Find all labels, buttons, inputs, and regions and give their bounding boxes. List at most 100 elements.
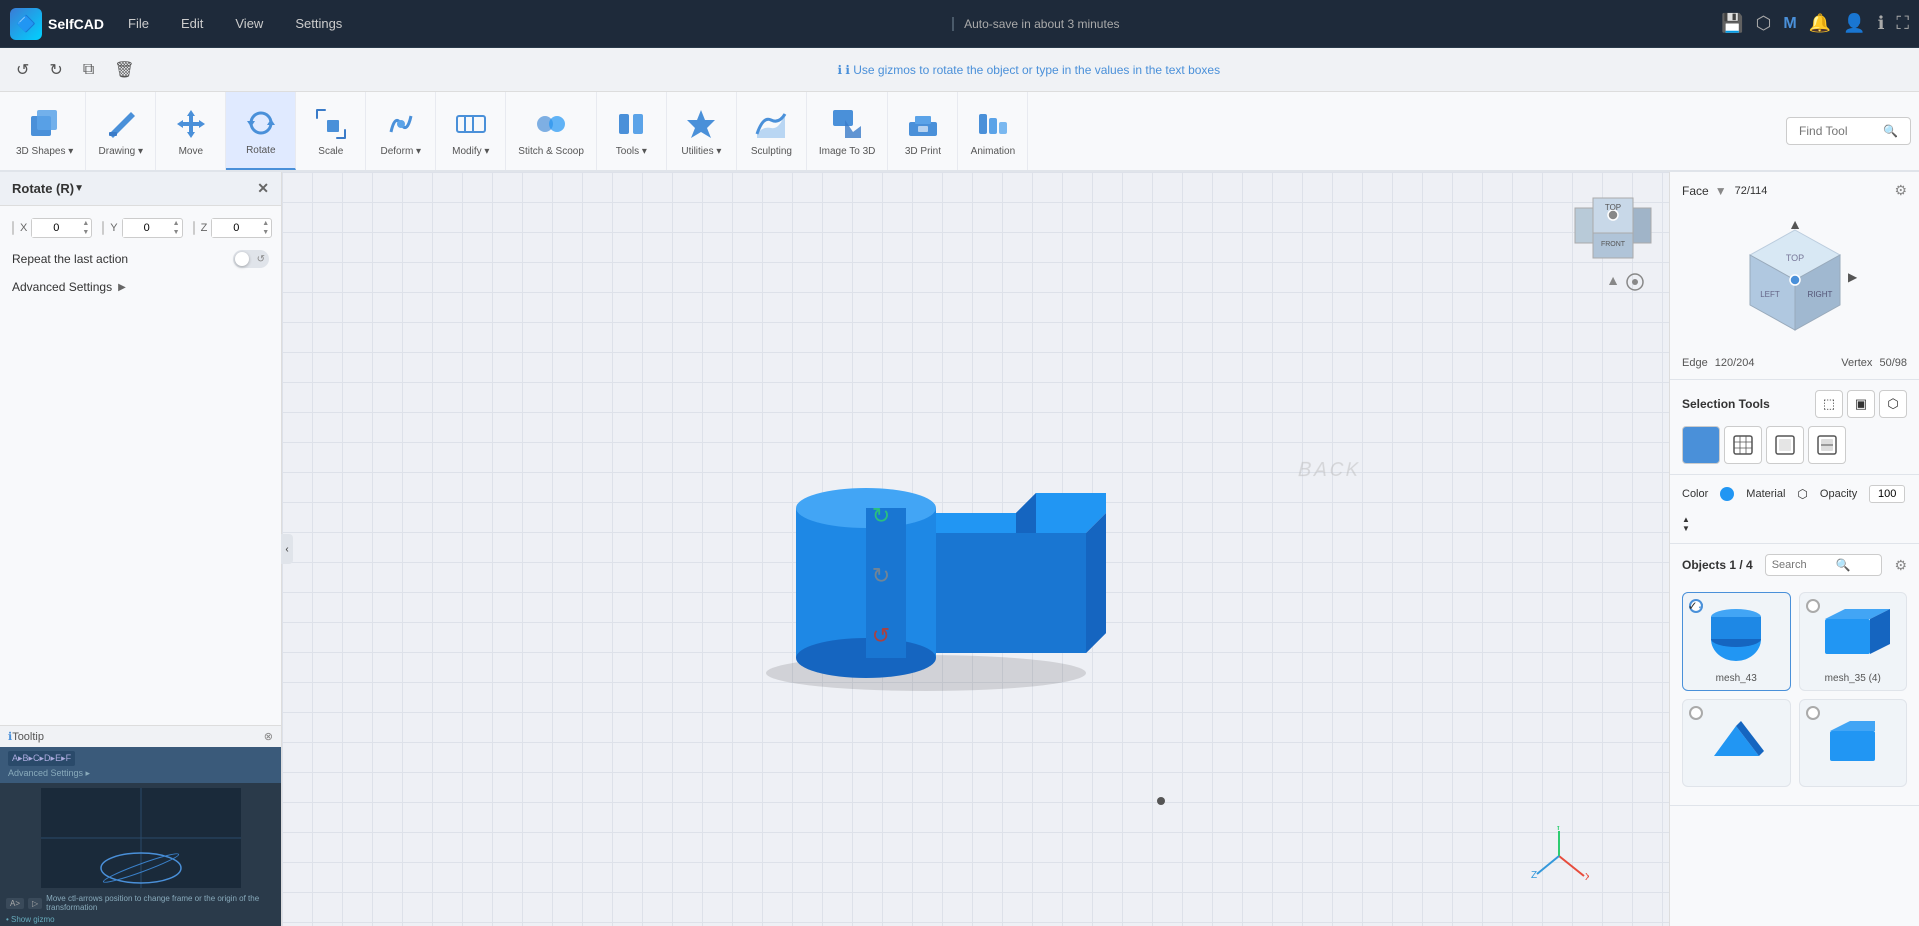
y-up-spinner[interactable]: ▲: [171, 219, 182, 228]
z-up-spinner[interactable]: ▲: [260, 219, 271, 228]
z-input[interactable]: 0: [212, 219, 260, 237]
3dprint-label: 3D Print: [905, 146, 941, 157]
advanced-settings[interactable]: Advanced Settings ▶: [12, 280, 269, 294]
copy-button[interactable]: ⧉: [77, 55, 100, 85]
menu-file[interactable]: File: [120, 12, 157, 35]
fullscreen-icon[interactable]: ⛶: [1896, 13, 1909, 34]
tool-move[interactable]: Move: [156, 92, 226, 170]
find-tool-input[interactable]: [1799, 124, 1879, 138]
z-down-spinner[interactable]: ▼: [260, 228, 271, 237]
3d-view-cube[interactable]: TOP LEFT RIGHT ▲ ▶: [1730, 215, 1860, 345]
tool-scale[interactable]: Scale: [296, 92, 366, 170]
color-picker[interactable]: [1720, 487, 1734, 501]
panel-header: Rotate (R) ▼ ✕: [0, 172, 281, 206]
tool-modify[interactable]: Modify: [436, 92, 506, 170]
objects-search-box[interactable]: 🔍: [1765, 554, 1883, 576]
advanced-settings-mini: Advanced Settings ▸: [8, 768, 273, 779]
tooltip-close-icon[interactable]: ⊗: [264, 730, 273, 743]
move-icon: [173, 106, 209, 142]
x-input[interactable]: 0: [32, 219, 80, 237]
tool-utilities[interactable]: Utilities: [667, 92, 737, 170]
tool-stitch[interactable]: Stitch & Scoop: [506, 92, 597, 170]
canvas-area[interactable]: BACK: [282, 172, 1669, 926]
sel-paint-icon[interactable]: ⬡: [1879, 390, 1907, 418]
redo-button[interactable]: ↻: [43, 54, 68, 86]
obj-radio-4[interactable]: [1806, 706, 1820, 720]
panel-title: Rotate (R): [12, 181, 74, 196]
nav-cube-svg[interactable]: TOP FRONT: [1573, 188, 1653, 268]
info-icon[interactable]: ℹ: [1878, 13, 1885, 34]
share-icon[interactable]: ⬡: [1756, 13, 1772, 34]
tool-animation[interactable]: Animation: [958, 92, 1028, 170]
menu-edit[interactable]: Edit: [173, 12, 211, 35]
autosave-text: Auto-save in about 3 minutes: [952, 17, 1119, 31]
obj-thumb-4[interactable]: [1799, 699, 1908, 787]
tool-drawing[interactable]: Drawing: [86, 92, 156, 170]
tool-imageto3d[interactable]: Image To 3D: [807, 92, 889, 170]
tool-rotate[interactable]: Rotate: [226, 92, 296, 170]
3d-object-container: ↻ ↻ ↺: [706, 373, 1156, 693]
mode-solid-btn[interactable]: [1682, 426, 1720, 464]
opacity-down[interactable]: ▼: [1682, 524, 1690, 533]
y-input[interactable]: 0: [123, 219, 171, 237]
repeat-toggle[interactable]: ↺: [233, 250, 269, 268]
tool-sculpting[interactable]: Sculpting: [737, 92, 807, 170]
color-label: Color: [1682, 488, 1708, 500]
z-checkbox[interactable]: [193, 221, 195, 235]
tool-3dshapes[interactable]: 3D Shapes: [4, 92, 86, 170]
x-down-spinner[interactable]: ▼: [80, 228, 91, 237]
tools-icon: [613, 106, 649, 142]
obj-thumb-mesh43[interactable]: ✓ mesh_43: [1682, 592, 1791, 691]
camera-icon[interactable]: [1625, 272, 1645, 292]
sel-lasso-icon[interactable]: ⬚: [1815, 390, 1843, 418]
view-gear-icon[interactable]: ⚙: [1894, 182, 1907, 199]
tool-tools[interactable]: Tools: [597, 92, 667, 170]
left-panel-toggle[interactable]: ‹: [281, 534, 293, 564]
obj-thumb-3[interactable]: [1682, 699, 1791, 787]
save-icon[interactable]: 💾: [1721, 13, 1743, 34]
material-icon[interactable]: ⬡: [1797, 487, 1807, 501]
opacity-up[interactable]: ▲: [1682, 515, 1690, 524]
menu-view[interactable]: View: [227, 12, 271, 35]
obj-radio-3[interactable]: [1689, 706, 1703, 720]
user-icon[interactable]: 👤: [1843, 13, 1865, 34]
svg-text:RIGHT: RIGHT: [1807, 290, 1832, 299]
imageto3d-label: Image To 3D: [819, 146, 876, 157]
mode-transparent-btn[interactable]: [1766, 426, 1804, 464]
obj-radio-mesh35[interactable]: [1806, 599, 1820, 613]
sel-box-icon[interactable]: ▣: [1847, 390, 1875, 418]
mini-ctrl-2[interactable]: ▷: [28, 898, 42, 909]
x-input-wrap: 0 ▲ ▼: [31, 218, 92, 238]
view-cube-section: Face ▼ 72/114 ⚙: [1670, 172, 1919, 380]
x-checkbox[interactable]: [12, 221, 14, 235]
mode-wireframe-btn[interactable]: [1724, 426, 1762, 464]
obj-thumb-mesh35[interactable]: mesh_35 (4): [1799, 592, 1908, 691]
mode-xray-btn[interactable]: [1808, 426, 1846, 464]
undo-button[interactable]: ↺: [10, 54, 35, 86]
tool-3dprint[interactable]: 3D Print: [888, 92, 958, 170]
tool-deform[interactable]: Deform: [366, 92, 436, 170]
mini-link-1[interactable]: • Show gizmo: [6, 915, 55, 924]
face-dropdown-arrow[interactable]: ▼: [1715, 184, 1727, 198]
objects-gear-icon[interactable]: ⚙: [1894, 557, 1907, 574]
menu-settings[interactable]: Settings: [287, 12, 350, 35]
x-up-spinner[interactable]: ▲: [80, 219, 91, 228]
delete-button[interactable]: 🗑: [108, 54, 140, 86]
objects-search-input[interactable]: [1772, 559, 1832, 571]
back-label: BACK: [1298, 458, 1362, 482]
compass-up[interactable]: ▲: [1606, 272, 1620, 288]
mini-ctrl-1[interactable]: A>: [6, 898, 24, 909]
y-checkbox[interactable]: [102, 221, 104, 235]
panel-dropdown-icon[interactable]: ▼: [74, 183, 84, 194]
edge-count: 120/204: [1715, 357, 1755, 369]
find-tool-box[interactable]: 🔍: [1786, 117, 1911, 145]
sculpting-label: Sculpting: [751, 146, 792, 157]
obj-radio-mesh43[interactable]: ✓: [1689, 599, 1703, 613]
y-down-spinner[interactable]: ▼: [171, 228, 182, 237]
bell-icon[interactable]: 🔔: [1809, 13, 1831, 34]
m-icon[interactable]: M: [1783, 15, 1796, 33]
tools-label: Tools: [616, 146, 647, 157]
opacity-input[interactable]: [1869, 485, 1905, 503]
svg-text:Y: Y: [1555, 826, 1562, 833]
panel-close-icon[interactable]: ✕: [257, 180, 269, 197]
